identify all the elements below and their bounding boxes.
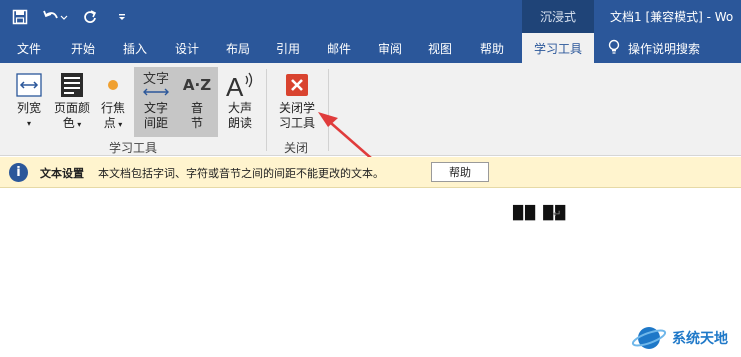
svg-text:A: A xyxy=(226,72,244,100)
repeat-icon xyxy=(82,9,98,25)
line-focus-icon xyxy=(97,69,129,101)
syllables-label-1: 音 xyxy=(190,101,203,115)
watermark: 系统天地 xyxy=(630,323,728,353)
paragraph-mark-icon: ↵ xyxy=(553,209,562,220)
text-spacing-icon: 文字 xyxy=(140,69,172,101)
help-button[interactable]: 帮助 xyxy=(431,162,489,182)
syllables-label-2: 节 xyxy=(190,116,203,130)
document-title: 文档1 [兼容模式] - Wo xyxy=(610,10,734,24)
customize-qat-button[interactable] xyxy=(110,5,134,29)
text-spacing-button[interactable]: 文字 文字 间距 xyxy=(136,69,176,131)
page-color-icon xyxy=(56,69,88,101)
column-width-button[interactable]: 列宽 ▾ xyxy=(10,69,48,131)
tab-help[interactable]: 帮助 xyxy=(469,33,515,63)
save-icon xyxy=(12,9,28,25)
column-width-icon xyxy=(13,69,45,101)
group-label-close: 关闭 xyxy=(284,141,309,155)
undo-icon xyxy=(42,9,68,25)
tab-design[interactable]: 设计 xyxy=(164,33,210,63)
text-spacing-label-2: 间距 xyxy=(143,116,168,130)
line-focus-label-1: 行焦 xyxy=(100,101,125,115)
tab-home[interactable]: 开始 xyxy=(60,33,106,63)
message-bar-text: 本文档包括字词、字符或音节之间的间距不能更改的文本。 xyxy=(98,167,384,180)
read-aloud-button[interactable]: A 大声 朗读 xyxy=(222,69,258,131)
info-icon: i xyxy=(9,163,28,182)
group-label-learning-tools: 学习工具 xyxy=(109,141,158,155)
quick-access-toolbar xyxy=(0,0,134,33)
immersive-tab[interactable]: 沉浸式 xyxy=(522,0,594,33)
tab-file[interactable]: 文件 xyxy=(6,33,52,63)
group-separator xyxy=(266,69,267,151)
watermark-text: 系统天地 xyxy=(672,331,728,347)
message-bar-title: 文本设置 xyxy=(40,167,84,180)
undo-button[interactable] xyxy=(40,5,70,29)
chevron-down-icon: ▾ xyxy=(115,120,123,129)
page-color-button[interactable]: 页面颜 色 ▾ xyxy=(50,69,94,132)
line-focus-label-2: 点 ▾ xyxy=(103,116,123,130)
tab-layout[interactable]: 布局 xyxy=(215,33,261,63)
ribbon-learning-tools: 列宽 ▾ 页面颜 色 ▾ 行焦 点 ▾ 文字 文字 间距 A·Z 音 节 A 大… xyxy=(0,63,741,180)
page-color-label-1: 页面颜 xyxy=(53,101,90,115)
redo-button[interactable] xyxy=(78,5,102,29)
customize-dropdown-icon xyxy=(116,11,128,23)
column-width-label: 列宽 xyxy=(16,101,41,115)
close-icon xyxy=(281,69,313,101)
tab-view[interactable]: 视图 xyxy=(417,33,463,63)
tab-review[interactable]: 审阅 xyxy=(367,33,413,63)
read-aloud-label-1: 大声 xyxy=(227,101,252,115)
lightbulb-icon xyxy=(608,39,628,58)
text-spacing-label-1: 文字 xyxy=(143,101,168,115)
line-focus-button[interactable]: 行焦 点 ▾ xyxy=(97,69,129,132)
tell-me-label: 操作说明搜索 xyxy=(628,41,701,56)
tab-mailings[interactable]: 邮件 xyxy=(316,33,362,63)
page-color-label-2: 色 ▾ xyxy=(62,116,82,130)
globe-logo-icon xyxy=(631,327,667,349)
tab-learning-tools[interactable]: 学习工具 xyxy=(522,33,594,63)
title-bar: 沉浸式 文档1 [兼容模式] - Wo xyxy=(0,0,741,33)
read-aloud-icon: A xyxy=(224,69,256,101)
chevron-down-icon: ▾ xyxy=(26,119,31,128)
save-button[interactable] xyxy=(8,5,32,29)
syllables-icon: A·Z xyxy=(182,76,212,94)
tab-insert[interactable]: 插入 xyxy=(112,33,158,63)
tab-references[interactable]: 引用 xyxy=(265,33,311,63)
message-bar: i 文本设置 本文档包括字词、字符或音节之间的间距不能更改的文本。 帮助 xyxy=(0,157,741,188)
chevron-down-icon: ▾ xyxy=(74,120,82,129)
read-aloud-label-2: 朗读 xyxy=(227,116,252,130)
ribbon-tabs: 文件 开始 插入 设计 布局 引用 邮件 审阅 视图 帮助 学习工具 操作说明搜… xyxy=(0,33,741,63)
syllables-button[interactable]: A·Z 音 节 xyxy=(178,69,216,131)
tell-me-search[interactable]: 操作说明搜索 xyxy=(608,33,700,63)
